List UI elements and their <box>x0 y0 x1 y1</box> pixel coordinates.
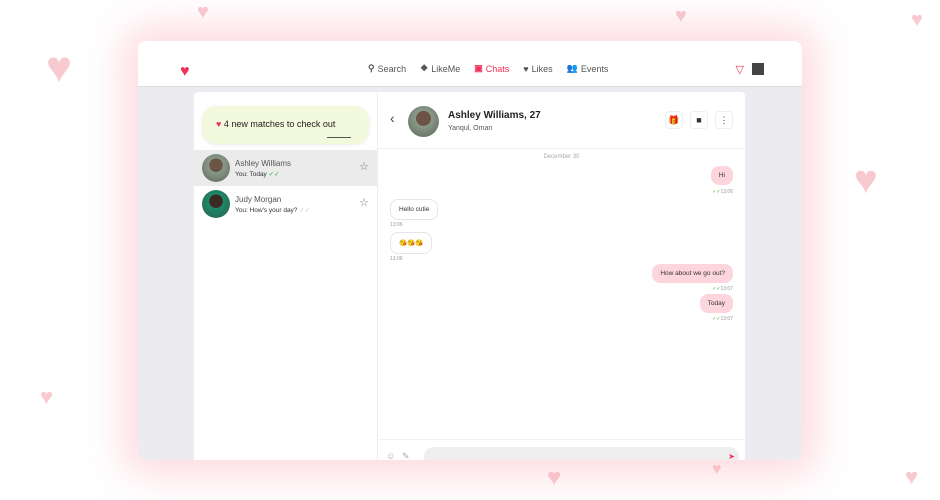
heart-decoration: ♥ <box>197 1 209 23</box>
logo-heart-icon[interactable]: ♥ <box>180 63 190 81</box>
star-icon[interactable]: ☆ <box>359 196 369 209</box>
message-bubble: Today <box>699 294 733 313</box>
heart-decoration: ♥ <box>911 9 923 31</box>
message-time: ✓✓13:07 <box>712 286 733 292</box>
heart-decoration: ♥ <box>40 384 54 409</box>
video-camera-icon: ■ <box>696 115 702 125</box>
date-separator: December 30 <box>543 154 580 160</box>
more-options-button[interactable]: ⋮ <box>715 111 733 129</box>
conversation-header: ‹ Ashley Williams, 27 Yanqul, Oman 🎁 ■ ⋮ <box>378 92 745 149</box>
heart-decoration: ♥ <box>547 464 562 491</box>
likeme-icon: ❖ <box>420 63 429 73</box>
nav-likeme[interactable]: ❖ LikeMe <box>420 63 460 74</box>
heart-decoration: ♥ <box>905 464 919 489</box>
gift-icon: 🎁 <box>668 114 680 125</box>
gift-button[interactable]: 🎁 <box>665 111 683 129</box>
star-icon[interactable]: ☆ <box>359 160 369 173</box>
chat-list: ♥ 4 new matches to check out Ashley Will… <box>194 92 378 460</box>
video-call-button[interactable]: ■ <box>690 111 708 129</box>
message-composer: ☺ ✎ ➤ <box>378 439 745 460</box>
nav-likes[interactable]: ♥ Likes <box>523 63 552 74</box>
back-chevron-icon[interactable]: ‹ <box>390 110 395 126</box>
heart-icon: ♥ <box>216 119 222 129</box>
heart-decoration: ♥ <box>854 158 878 202</box>
search-icon: ⚲ <box>368 63 375 73</box>
heart-decoration: ♥ <box>46 43 73 92</box>
nav-chats[interactable]: ▣ Chats <box>474 63 509 74</box>
attach-icon[interactable]: ✎ <box>402 451 410 460</box>
heart-decoration: ♥ <box>712 461 722 478</box>
avatar[interactable] <box>408 106 439 137</box>
chat-item[interactable]: Ashley Williams You: Today ✓✓ ☆ <box>194 150 377 186</box>
message-bubble: Hi <box>710 166 733 185</box>
events-icon: 👥 <box>566 63 578 73</box>
chat-icon: ▣ <box>474 63 483 73</box>
message-time: ✓✓13:07 <box>712 316 733 322</box>
new-matches-banner[interactable]: ♥ 4 new matches to check out <box>202 106 369 144</box>
send-icon[interactable]: ➤ <box>728 452 735 460</box>
heart-icon: ♥ <box>523 63 529 74</box>
avatar <box>202 190 230 218</box>
message-time: ✓✓13:06 <box>712 189 733 195</box>
avatar <box>202 154 230 182</box>
message-bubble: 😘😘😘 <box>390 232 433 254</box>
message-time: 13:06 <box>390 256 403 262</box>
arrow-right-icon <box>327 137 351 138</box>
message-time: 13:06 <box>390 222 403 228</box>
profile-avatar[interactable] <box>752 63 764 75</box>
conversation: ‹ Ashley Williams, 27 Yanqul, Oman 🎁 ■ ⋮… <box>378 92 745 460</box>
more-vertical-icon: ⋮ <box>719 114 729 125</box>
messenger-panel: ♥ 4 new matches to check out Ashley Will… <box>194 92 745 460</box>
emoji-icon[interactable]: ☺ <box>386 451 395 460</box>
message-bubble: How about we go out? <box>652 264 733 283</box>
top-nav: ♥ ⚲ Search ❖ LikeMe ▣ Chats ♥ Likes 👥 Events … <box>138 41 802 87</box>
message-bubble: Hello cutie <box>390 199 439 220</box>
app-window: ♥ ⚲ Search ❖ LikeMe ▣ Chats ♥ Likes 👥 Events … <box>138 41 802 460</box>
premium-icon[interactable]: ▽ <box>736 63 744 76</box>
chat-item[interactable]: Judy Morgan You: How's your day? ✓✓ ☆ <box>194 186 377 222</box>
double-check-icon: ✓✓ <box>299 206 311 214</box>
heart-decoration: ♥ <box>675 5 687 27</box>
nav-events[interactable]: 👥 Events <box>567 63 609 74</box>
message-input[interactable] <box>424 447 739 460</box>
nav-search[interactable]: ⚲ Search <box>368 63 406 74</box>
double-check-icon: ✓✓ <box>268 170 280 178</box>
